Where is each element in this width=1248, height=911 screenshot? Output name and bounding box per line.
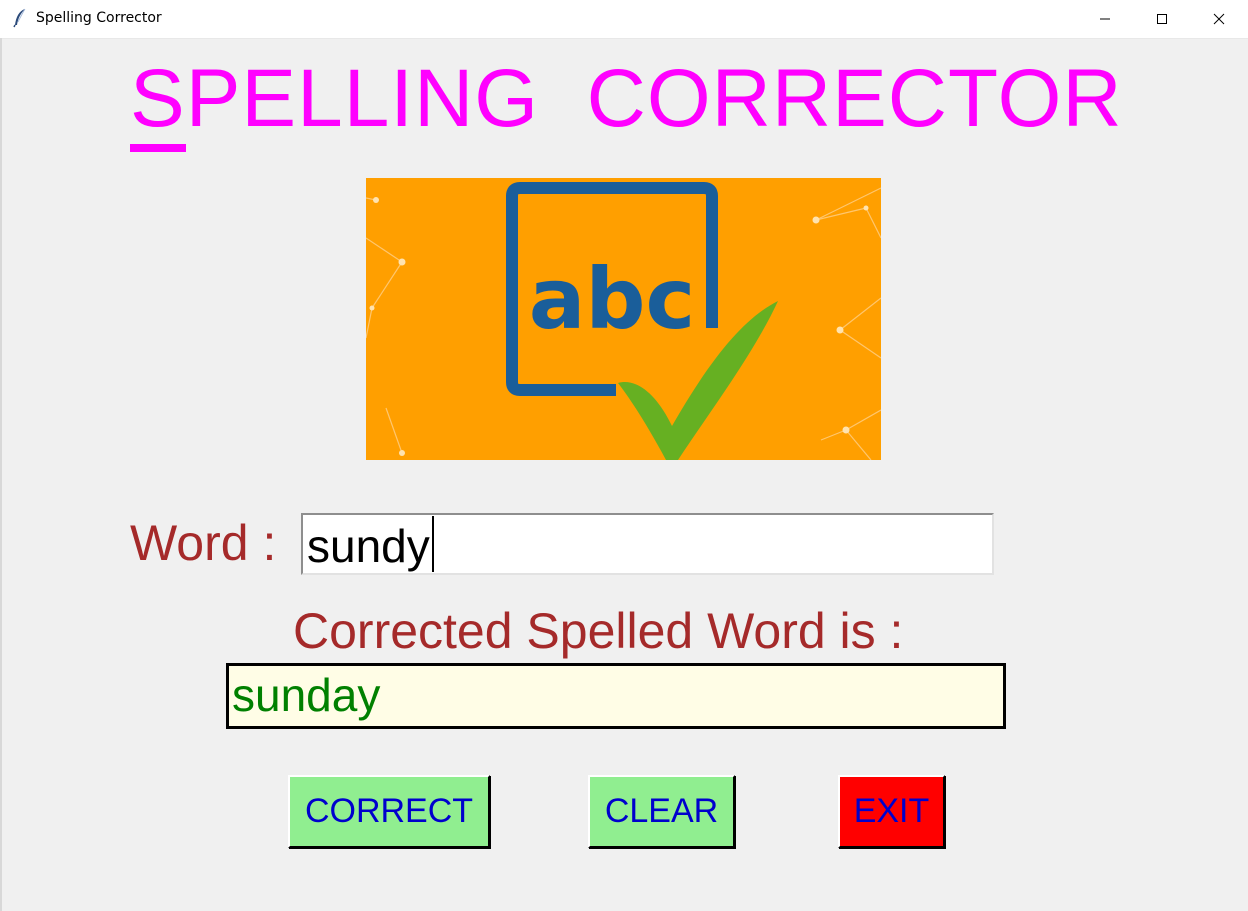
minimize-button[interactable] bbox=[1076, 0, 1134, 38]
heading-underlined-letter: S bbox=[130, 53, 186, 144]
clear-button[interactable]: CLEAR bbox=[588, 775, 735, 848]
close-icon bbox=[1213, 13, 1225, 25]
title-bar: Spelling Corrector bbox=[0, 0, 1248, 39]
word-input[interactable] bbox=[301, 513, 994, 575]
logo-abc-text: abc bbox=[529, 250, 696, 348]
window-title: Spelling Corrector bbox=[36, 10, 162, 26]
app-heading: SPELLING CORRECTOR bbox=[130, 58, 1123, 140]
word-label: Word : bbox=[130, 515, 291, 571]
spell-check-logo: abc bbox=[366, 178, 881, 460]
text-caret bbox=[432, 516, 434, 572]
corrected-word-output: sunday bbox=[226, 663, 1006, 729]
window-edge bbox=[0, 38, 2, 911]
exit-button[interactable]: EXIT bbox=[838, 775, 945, 848]
correct-button[interactable]: CORRECT bbox=[288, 775, 490, 848]
feather-icon bbox=[12, 8, 28, 28]
corrected-label: Corrected Spelled Word is : bbox=[293, 603, 904, 659]
maximize-button[interactable] bbox=[1133, 0, 1191, 38]
maximize-icon bbox=[1157, 14, 1167, 24]
minimize-icon bbox=[1100, 18, 1110, 20]
close-button[interactable] bbox=[1190, 0, 1248, 38]
heading-rest: PELLING CORRECTOR bbox=[185, 53, 1123, 144]
